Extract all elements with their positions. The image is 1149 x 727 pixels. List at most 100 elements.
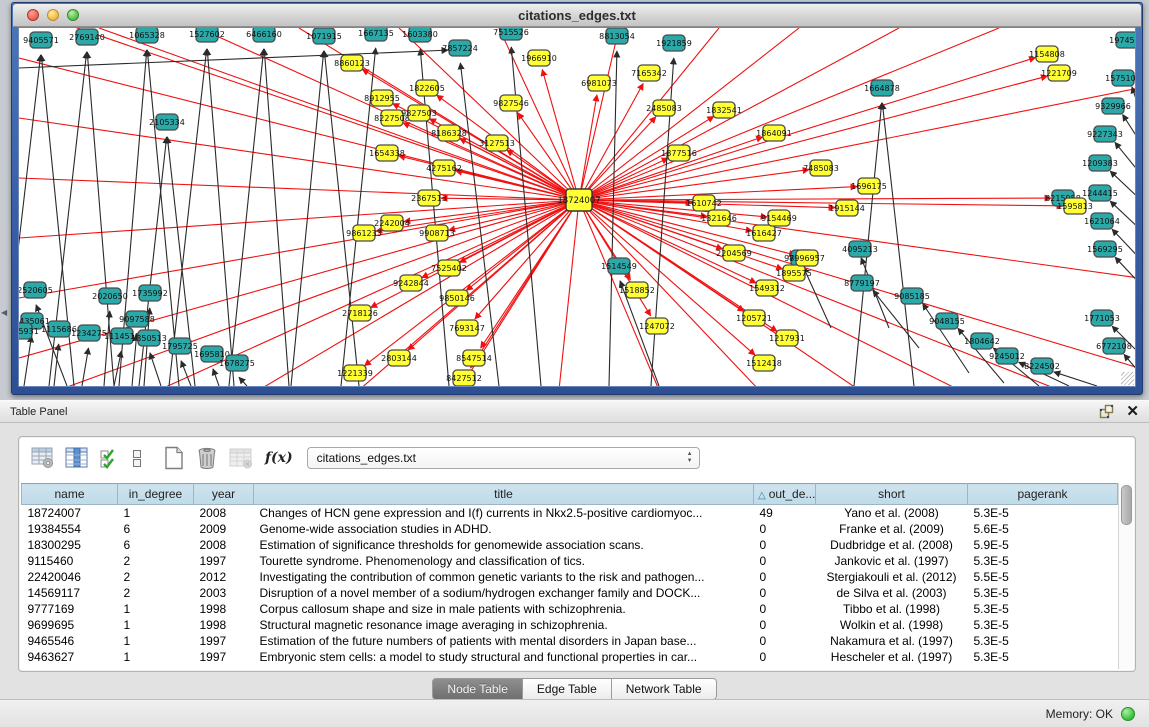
table-row[interactable]: 1872400712008Changes of HCN gene express…	[22, 505, 1118, 522]
citation-edge-black[interactable]	[169, 49, 207, 386]
graph-node[interactable]: 9154469	[761, 210, 797, 226]
column-header-out_degree[interactable]: △out_de...	[754, 484, 816, 505]
graph-node[interactable]: 1603380	[402, 28, 438, 42]
citation-edge-red[interactable]	[559, 200, 579, 387]
graph-node[interactable]: 1512418	[746, 355, 782, 371]
graph-node[interactable]: 1822605	[409, 80, 445, 96]
cell-year[interactable]: 1997	[194, 553, 254, 569]
graph-node[interactable]: 9227343	[1087, 126, 1123, 142]
table-row[interactable]: 911546021997Tourette syndrome. Phenomeno…	[22, 553, 1118, 569]
graph-node[interactable]: 2020650	[92, 288, 128, 304]
cell-in_degree[interactable]: 2	[118, 569, 194, 585]
graph-node[interactable]: 1654338	[369, 145, 405, 161]
cell-year[interactable]: 2012	[194, 569, 254, 585]
tab-network-table[interactable]: Network Table	[612, 678, 717, 700]
column-selector-icon[interactable]	[65, 447, 89, 469]
graph-node[interactable]: 1527602	[189, 28, 225, 42]
cell-name[interactable]: 14569117	[22, 585, 118, 601]
cell-pagerank[interactable]: 5.3E-5	[968, 585, 1118, 601]
graph-node[interactable]: 9405571	[23, 32, 59, 48]
graph-node[interactable]: 1915144	[829, 200, 865, 216]
cell-name[interactable]: 19384554	[22, 521, 118, 537]
citation-edge-red[interactable]	[579, 198, 1051, 200]
citation-edge-black[interactable]	[207, 49, 234, 386]
cell-in_degree[interactable]: 2	[118, 553, 194, 569]
graph-node[interactable]: 1247072	[639, 318, 675, 334]
cell-short[interactable]: Franke et al. (2009)	[816, 521, 968, 537]
citation-edge-black[interactable]	[213, 369, 219, 386]
citation-edge-black[interactable]	[150, 353, 161, 386]
citation-edge-black[interactable]	[1115, 142, 1136, 178]
graph-node[interactable]: 7485083	[803, 160, 839, 176]
vertical-scrollbar[interactable]	[1118, 483, 1133, 669]
graph-node[interactable]: 1514549	[601, 258, 637, 274]
table-row[interactable]: 1938455462009Genome-wide association stu…	[22, 521, 1118, 537]
delete-entries-icon[interactable]	[195, 446, 219, 470]
graph-node[interactable]: 1735992	[132, 285, 168, 301]
graph-node[interactable]: 1804642	[964, 333, 1000, 349]
new-table-icon[interactable]	[163, 446, 185, 470]
graph-node[interactable]: 2204569	[716, 245, 752, 261]
tab-edge-table[interactable]: Edge Table	[523, 678, 612, 700]
cell-title[interactable]: Investigating the contribution of common…	[254, 569, 754, 585]
citation-edge-red[interactable]	[475, 200, 579, 319]
table-row[interactable]: 1456911722003Disruption of a novel membe…	[22, 585, 1118, 601]
cell-name[interactable]: 18300295	[22, 537, 118, 553]
graph-node[interactable]: 1771053	[1084, 310, 1120, 326]
graph-node[interactable]: 9329966	[1095, 98, 1131, 114]
cell-name[interactable]: 9463627	[22, 649, 118, 665]
network-window-titlebar[interactable]: citations_edges.txt	[13, 4, 1141, 27]
graph-node[interactable]: 8547514	[456, 350, 492, 366]
memory-status-dot[interactable]	[1121, 707, 1135, 721]
cell-in_degree[interactable]: 1	[118, 649, 194, 665]
graph-node[interactable]: 1921859	[656, 35, 692, 51]
graph-node[interactable]: 1974533	[1109, 32, 1136, 48]
table-row[interactable]: 946362711997Embryonic stem cells: a mode…	[22, 649, 1118, 665]
graph-node[interactable]: 9245012	[989, 348, 1025, 364]
graph-node[interactable]: 2520605	[19, 282, 53, 298]
table-row[interactable]: 969969511998Structural magnetic resonanc…	[22, 617, 1118, 633]
citation-edge-red[interactable]	[579, 200, 759, 387]
cell-short[interactable]: Hescheler et al. (1997)	[816, 649, 968, 665]
cell-short[interactable]: de Silva et al. (2003)	[816, 585, 968, 601]
graph-node[interactable]: 7857224	[442, 40, 478, 56]
graph-node[interactable]: 9085185	[894, 288, 930, 304]
cell-short[interactable]: Tibbo et al. (1998)	[816, 601, 968, 617]
cell-title[interactable]: Estimation of the future numbers of pati…	[254, 633, 754, 649]
cell-pagerank[interactable]: 5.3E-5	[968, 633, 1118, 649]
float-panel-icon[interactable]	[1099, 404, 1114, 419]
graph-node[interactable]: 7515526	[493, 28, 529, 40]
citation-edge-red[interactable]	[579, 28, 999, 200]
graph-node[interactable]: 1664878	[864, 80, 900, 96]
panel-collapse-arrow[interactable]: ◀	[1, 308, 7, 317]
citation-edge-red[interactable]	[579, 116, 714, 200]
graph-node[interactable]: 1244415	[1082, 185, 1118, 201]
tab-node-table[interactable]: Node Table	[432, 678, 523, 700]
cell-title[interactable]: Tourette syndrome. Phenomenology and cla…	[254, 553, 754, 569]
citation-edge-black[interactable]	[104, 311, 110, 386]
select-all-icon[interactable]	[99, 447, 121, 469]
column-header-short[interactable]: short	[816, 484, 968, 505]
citation-edge-black[interactable]	[291, 51, 324, 386]
cell-name[interactable]: 9699695	[22, 617, 118, 633]
cell-out_degree[interactable]: 0	[754, 521, 816, 537]
citation-edge-red[interactable]	[579, 28, 619, 200]
scrollbar-thumb[interactable]	[1121, 485, 1132, 525]
cell-title[interactable]: Genome-wide association studies in ADHD.	[254, 521, 754, 537]
cell-out_degree[interactable]: 0	[754, 537, 816, 553]
citation-edge-red[interactable]	[579, 76, 1047, 200]
graph-node[interactable]: 1696175	[851, 178, 887, 194]
graph-node[interactable]: 1209383	[1082, 155, 1118, 171]
cell-in_degree[interactable]: 6	[118, 537, 194, 553]
column-header-year[interactable]: year	[194, 484, 254, 505]
graph-node[interactable]: 7165342	[631, 65, 667, 81]
graph-node[interactable]: 2485083	[646, 100, 682, 116]
cell-in_degree[interactable]: 1	[118, 633, 194, 649]
citation-edge-red[interactable]	[19, 58, 579, 200]
cell-short[interactable]: Wolkin et al. (1998)	[816, 617, 968, 633]
cell-year[interactable]: 2008	[194, 505, 254, 522]
citation-edge-red[interactable]	[19, 178, 579, 200]
citation-edge-black[interactable]	[1110, 171, 1136, 203]
cell-name[interactable]: 9115460	[22, 553, 118, 569]
resize-grip[interactable]	[1121, 372, 1134, 385]
